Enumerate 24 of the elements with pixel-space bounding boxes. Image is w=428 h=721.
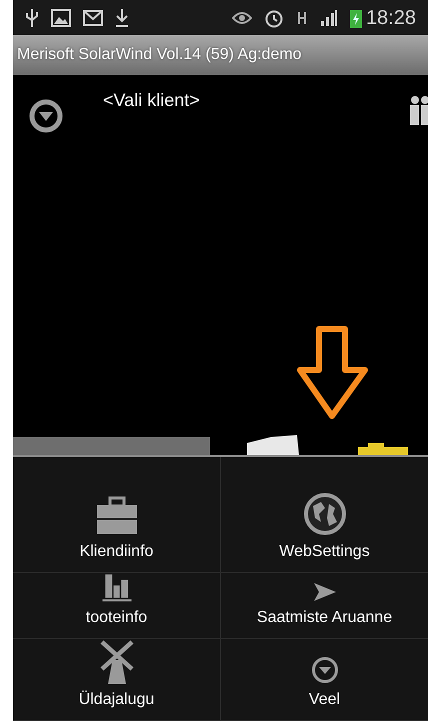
image-icon xyxy=(51,8,71,26)
globe-icon xyxy=(302,492,346,536)
client-selector[interactable]: <Vali klient> xyxy=(103,87,200,114)
send-icon xyxy=(312,582,336,602)
app-title: Merisoft SolarWind Vol.14 (59) Ag:demo xyxy=(17,45,302,65)
menu-item[interactable]: Saatmiste Aruanne xyxy=(221,573,428,638)
menu-item[interactable]: Kliendiinfo xyxy=(13,457,221,572)
menu-item[interactable]: WebSettings xyxy=(221,457,428,572)
alarm-icon xyxy=(264,8,284,28)
client-dropdown-button[interactable] xyxy=(29,99,63,133)
dropdown-icon xyxy=(310,656,338,684)
menu-item[interactable]: tooteinfo xyxy=(13,573,221,638)
usb-icon xyxy=(25,8,39,28)
download-icon xyxy=(115,8,129,28)
people-icon[interactable] xyxy=(410,95,428,125)
status-time: 18:28 xyxy=(366,6,416,30)
menu-item[interactable]: Veel xyxy=(221,639,428,720)
dropdown-icon xyxy=(29,99,63,133)
mail-icon xyxy=(83,10,103,26)
briefcase-icon xyxy=(94,496,138,536)
battery-icon xyxy=(350,8,362,28)
menu-item[interactable]: Üldajalugu xyxy=(13,639,221,720)
signal-icon xyxy=(320,8,338,26)
eye-icon xyxy=(232,10,252,24)
